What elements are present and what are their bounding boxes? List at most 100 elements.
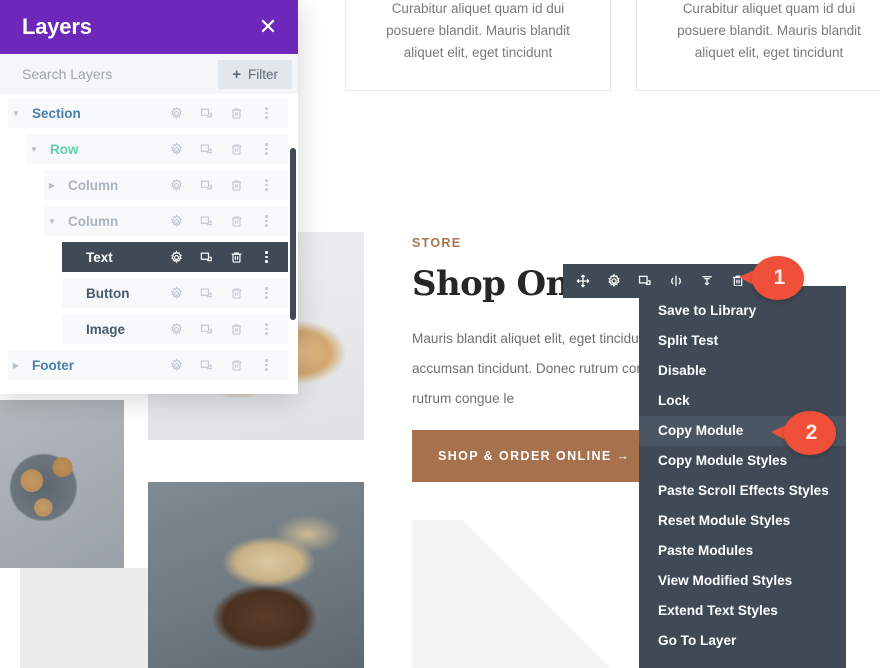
step-badge-1: 1 (739, 256, 804, 300)
more-options-icon[interactable] (259, 214, 274, 229)
filter-button-label: Filter (248, 66, 278, 82)
layer-label: Footer (32, 357, 74, 373)
step-badge-2: 2 (771, 411, 836, 455)
context-menu-item-extend-text-styles[interactable]: Extend Text Styles (639, 596, 846, 626)
gear-icon[interactable] (169, 285, 184, 301)
screenshot-root: Your Title Goes Curabitur aliquet quam i… (0, 0, 880, 668)
layer-row-actions (169, 141, 288, 157)
layer-row-actions (169, 249, 288, 265)
gear-icon[interactable] (169, 249, 184, 265)
gear-icon[interactable] (169, 105, 184, 121)
context-menu-item-paste-scroll-effects-styles[interactable]: Paste Scroll Effects Styles (639, 476, 846, 506)
more-options-icon[interactable] (259, 322, 274, 337)
layer-row-actions (169, 177, 288, 193)
layers-panel: Layers ✕ + Filter ▼ Section ▼ Row ▶ Column ▼ Co… (0, 0, 298, 394)
more-options-icon[interactable] (259, 106, 274, 121)
layer-row-button[interactable]: Button (62, 278, 288, 308)
duplicate-icon[interactable] (199, 214, 214, 229)
feature-card-2: Your Title Goes Curabitur aliquet quam i… (636, 0, 880, 91)
search-input[interactable] (22, 66, 219, 82)
layer-row-footer[interactable]: ▶ Footer (8, 350, 288, 380)
trash-icon[interactable] (229, 286, 244, 301)
module-context-menu: Save to Library Split Test Disable Lock Copy… (639, 286, 846, 668)
layer-row-text[interactable]: Text (62, 242, 288, 272)
context-menu-item-split-test[interactable]: Split Test (639, 326, 846, 356)
more-options-icon[interactable] (259, 178, 274, 193)
layers-tree: ▼ Section ▼ Row ▶ Column ▼ Column Text Button Imag… (0, 94, 298, 394)
more-options-icon[interactable] (259, 358, 274, 373)
layer-row-row[interactable]: ▼ Row (26, 134, 288, 164)
duplicate-icon[interactable] (199, 286, 214, 301)
feature-card-body: Curabitur aliquet quam id dui posuere bl… (386, 1, 570, 60)
gear-icon[interactable] (169, 141, 184, 157)
badge-number: 2 (805, 421, 818, 444)
layer-row-actions (169, 357, 288, 373)
layer-row-actions (169, 285, 288, 301)
more-options-icon[interactable] (259, 250, 274, 265)
context-menu-item-reset-module-styles[interactable]: Reset Module Styles (639, 506, 846, 536)
chevron-down-icon[interactable]: ▼ (8, 98, 24, 128)
layers-panel-title: Layers (22, 14, 92, 39)
chevron-right-icon[interactable]: ▶ (44, 170, 60, 200)
layers-search-row: + Filter (0, 54, 298, 94)
shop-order-online-button[interactable]: SHOP & ORDER ONLINE → (412, 430, 657, 482)
filter-button[interactable]: + Filter (218, 59, 292, 89)
more-options-icon[interactable] (259, 142, 274, 157)
duplicate-icon[interactable] (199, 106, 214, 121)
duplicate-icon[interactable] (199, 142, 214, 157)
more-options-icon[interactable] (259, 286, 274, 301)
layer-label: Column (68, 177, 119, 193)
layer-label: Section (32, 105, 81, 121)
duplicate-icon[interactable] (199, 250, 214, 265)
context-menu-item-paste-modules[interactable]: Paste Modules (639, 536, 846, 566)
gear-icon[interactable] (169, 357, 184, 373)
layer-row-column[interactable]: ▼ Column (44, 206, 288, 236)
trash-icon[interactable] (229, 250, 244, 265)
context-menu-item-go-to-layer[interactable]: Go To Layer (639, 626, 846, 656)
duplicate-icon[interactable] (199, 322, 214, 337)
chevron-right-icon[interactable]: ▶ (8, 350, 24, 380)
gear-icon[interactable] (169, 177, 184, 193)
trash-icon[interactable] (229, 214, 244, 229)
trash-icon[interactable] (229, 178, 244, 193)
decorative-grey-block (20, 568, 148, 668)
layer-row-actions (169, 321, 288, 337)
layer-row-section[interactable]: ▼ Section (8, 98, 288, 128)
layer-row-image[interactable]: Image (62, 314, 288, 344)
gear-icon[interactable] (606, 273, 622, 289)
gear-icon[interactable] (169, 213, 184, 229)
layer-label: Button (86, 285, 130, 301)
context-menu-item-save-to-library[interactable]: Save to Library (639, 296, 846, 326)
close-icon[interactable]: ✕ (256, 15, 280, 39)
cookies-photo (0, 400, 124, 568)
layer-label: Row (50, 141, 79, 157)
layer-row-actions (169, 105, 288, 121)
trash-icon[interactable] (229, 142, 244, 157)
plus-icon: + (232, 65, 241, 83)
trash-icon[interactable] (229, 358, 244, 373)
layer-row-column[interactable]: ▶ Column (44, 170, 288, 200)
trash-icon[interactable] (229, 106, 244, 121)
move-icon[interactable] (575, 273, 591, 289)
chevron-down-icon[interactable]: ▼ (44, 206, 60, 236)
muffins-photo (148, 482, 364, 668)
feature-card-body: Curabitur aliquet quam id dui posuere bl… (677, 1, 861, 60)
decorative-diagonal-shape (412, 520, 662, 668)
layers-panel-header: Layers ✕ (0, 0, 298, 54)
chevron-down-icon[interactable]: ▼ (26, 134, 42, 164)
context-menu-item-disable[interactable]: Disable (639, 356, 846, 386)
layer-label: Text (86, 249, 113, 265)
duplicate-icon[interactable] (199, 178, 214, 193)
feature-card-1: Your Title Goes Curabitur aliquet quam i… (345, 0, 611, 91)
layer-label: Column (68, 213, 119, 229)
badge-number: 1 (773, 266, 786, 289)
layers-panel-scrollbar[interactable] (290, 148, 296, 320)
gear-icon[interactable] (169, 321, 184, 337)
layer-label: Image (86, 321, 126, 337)
duplicate-icon[interactable] (199, 358, 214, 373)
context-menu-item-view-modified-styles[interactable]: View Modified Styles (639, 566, 846, 596)
trash-icon[interactable] (229, 322, 244, 337)
